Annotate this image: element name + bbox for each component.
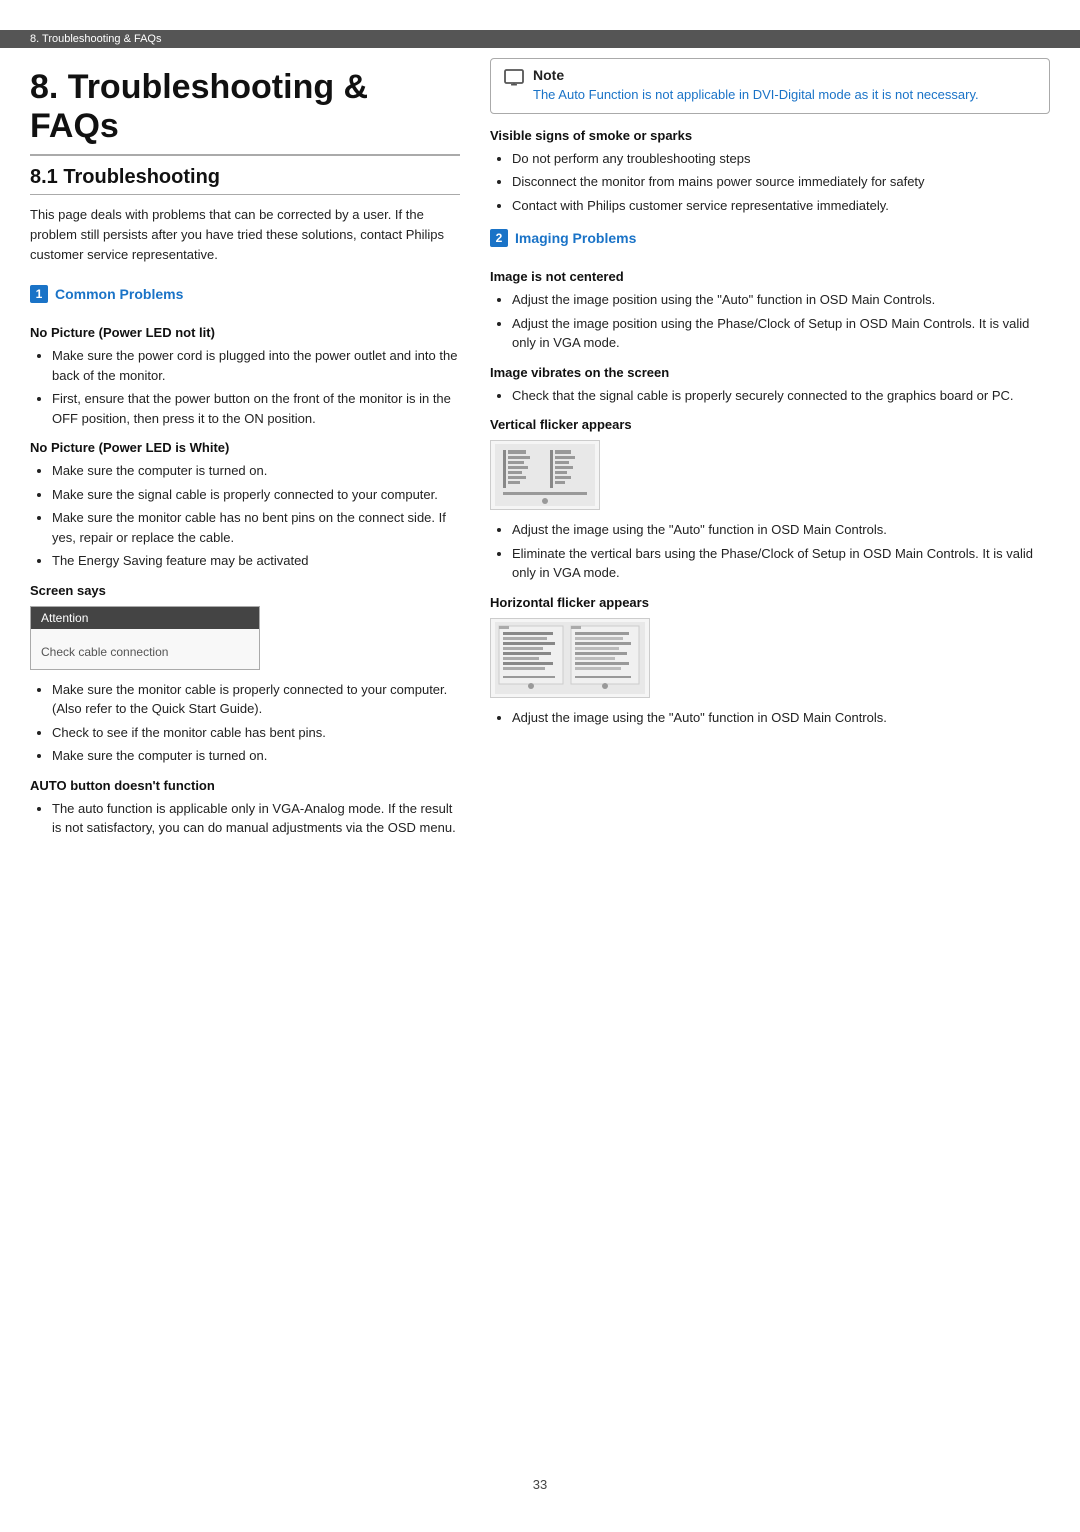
- image-vibrates-list: Check that the signal cable is properly …: [490, 386, 1050, 406]
- badge-number-2: 2: [490, 229, 508, 247]
- list-item: Do not perform any troubleshooting steps: [512, 149, 1050, 169]
- section-title: 8.1 Troubleshooting: [30, 166, 460, 195]
- page-title: 8. Troubleshooting & FAQs: [30, 68, 460, 156]
- common-problems-badge: 1 Common Problems: [30, 285, 183, 303]
- common-problems-label: Common Problems: [55, 286, 183, 302]
- list-item: Eliminate the vertical bars using the Ph…: [512, 544, 1050, 583]
- vertical-flicker-image: [490, 440, 600, 510]
- breadcrumb: 8. Troubleshooting & FAQs: [0, 30, 1080, 48]
- auto-button-list: The auto function is applicable only in …: [30, 799, 460, 838]
- auto-button-title: AUTO button doesn't function: [30, 778, 460, 793]
- no-picture-led-white-title: No Picture (Power LED is White): [30, 440, 460, 455]
- left-column: 8. Troubleshooting & FAQs 8.1 Troublesho…: [30, 58, 460, 1447]
- visible-signs-list: Do not perform any troubleshooting steps…: [490, 149, 1050, 216]
- list-item: Disconnect the monitor from mains power …: [512, 172, 1050, 192]
- note-title: Note: [533, 67, 979, 83]
- vertical-flicker-title: Vertical flicker appears: [490, 417, 1050, 432]
- list-item: Adjust the image using the "Auto" functi…: [512, 520, 1050, 540]
- list-item: Make sure the power cord is plugged into…: [52, 346, 460, 385]
- no-picture-led-not-lit-list: Make sure the power cord is plugged into…: [30, 346, 460, 428]
- image-not-centered-list: Adjust the image position using the "Aut…: [490, 290, 1050, 353]
- screen-says-body: Check cable connection: [31, 629, 259, 669]
- horizontal-flicker-title: Horizontal flicker appears: [490, 595, 1050, 610]
- note-icon: [503, 67, 525, 95]
- list-item: Make sure the computer is turned on.: [52, 746, 460, 766]
- no-picture-led-not-lit-title: No Picture (Power LED not lit): [30, 325, 460, 340]
- list-item: Make sure the signal cable is properly c…: [52, 485, 460, 505]
- screen-says-title: Screen says: [30, 583, 460, 598]
- badge-number-1: 1: [30, 285, 48, 303]
- intro-text: This page deals with problems that can b…: [30, 205, 460, 265]
- image-vibrates-title: Image vibrates on the screen: [490, 365, 1050, 380]
- list-item: First, ensure that the power button on t…: [52, 389, 460, 428]
- list-item: Make sure the monitor cable has no bent …: [52, 508, 460, 547]
- list-item: Adjust the image position using the "Aut…: [512, 290, 1050, 310]
- visible-signs-title: Visible signs of smoke or sparks: [490, 128, 1050, 143]
- screen-says-list: Make sure the monitor cable is properly …: [30, 680, 460, 766]
- list-item: The Energy Saving feature may be activat…: [52, 551, 460, 571]
- list-item: Check to see if the monitor cable has be…: [52, 723, 460, 743]
- page-number: 33: [0, 1477, 1080, 1492]
- screen-says-header: Attention: [31, 607, 259, 629]
- list-item: Adjust the image position using the Phas…: [512, 314, 1050, 353]
- list-item: Adjust the image using the "Auto" functi…: [512, 708, 1050, 728]
- no-picture-led-white-list: Make sure the computer is turned on. Mak…: [30, 461, 460, 571]
- imaging-problems-label: Imaging Problems: [515, 230, 636, 246]
- page: 8. Troubleshooting & FAQs 8. Troubleshoo…: [0, 0, 1080, 1532]
- screen-says-box: Attention Check cable connection: [30, 606, 260, 670]
- vertical-flicker-list: Adjust the image using the "Auto" functi…: [490, 520, 1050, 583]
- main-content: 8. Troubleshooting & FAQs 8.1 Troublesho…: [0, 58, 1080, 1447]
- list-item: Make sure the computer is turned on.: [52, 461, 460, 481]
- imaging-problems-badge: 2 Imaging Problems: [490, 229, 636, 247]
- note-box: Note The Auto Function is not applicable…: [490, 58, 1050, 114]
- list-item: Check that the signal cable is properly …: [512, 386, 1050, 406]
- image-not-centered-title: Image is not centered: [490, 269, 1050, 284]
- right-column: Note The Auto Function is not applicable…: [490, 58, 1050, 1447]
- list-item: The auto function is applicable only in …: [52, 799, 460, 838]
- note-content: Note The Auto Function is not applicable…: [533, 67, 979, 105]
- list-item: Contact with Philips customer service re…: [512, 196, 1050, 216]
- list-item: Make sure the monitor cable is properly …: [52, 680, 460, 719]
- horizontal-flicker-list: Adjust the image using the "Auto" functi…: [490, 708, 1050, 728]
- note-text: The Auto Function is not applicable in D…: [533, 85, 979, 105]
- horizontal-flicker-image: [490, 618, 650, 698]
